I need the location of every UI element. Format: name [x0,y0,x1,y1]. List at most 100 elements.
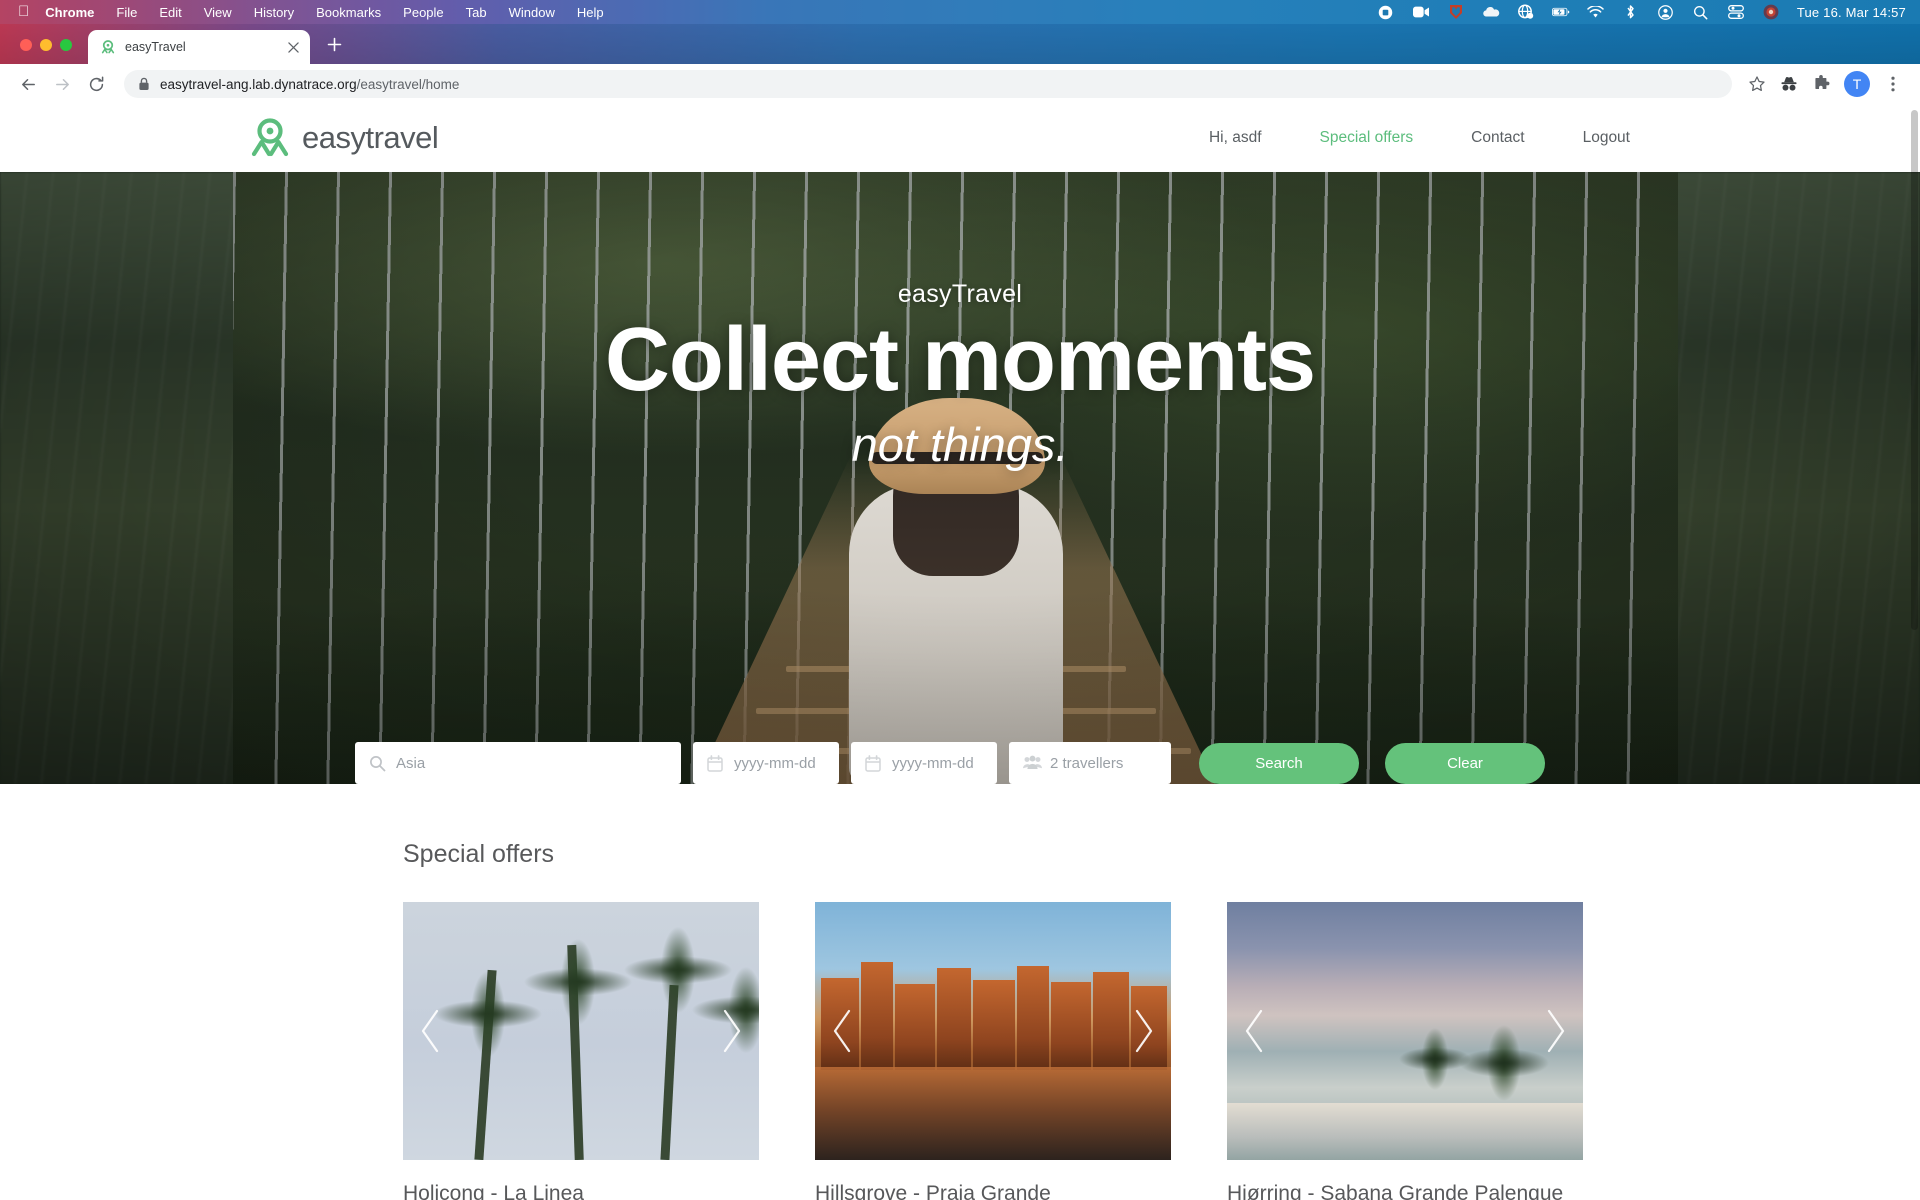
hero-title: Collect moments [604,310,1316,410]
window-minimize-button[interactable] [40,39,52,51]
address-bar[interactable]: easytravel-ang.lab.dynatrace.org/easytra… [124,70,1732,98]
palm-trees-photo [403,902,759,1160]
tropical-beach-sunset-photo [1227,902,1583,1160]
url-host: easytravel-ang.lab.dynatrace.org [160,76,357,92]
search-button[interactable]: Search [1199,742,1359,784]
wifi-icon[interactable] [1587,3,1605,21]
browser-tab-title: easyTravel [125,40,186,54]
battery-charging-icon[interactable] [1551,3,1570,21]
lock-icon [138,77,150,91]
canal-house [1093,971,1129,1070]
window-zoom-button[interactable] [60,39,72,51]
close-icon[interactable] [284,38,302,56]
web-page-content: easytravel Hi, asdf Special offers Conta… [0,104,1920,1200]
offer-prev-button[interactable] [1241,1007,1267,1055]
menu-item-view[interactable]: View [204,5,232,20]
beach-palm-tree [1383,1014,1487,1104]
offer-next-button[interactable] [719,1007,745,1055]
to-date-placeholder: yyyy-mm-dd [892,754,974,772]
offer-prev-button[interactable] [829,1007,855,1055]
special-offers-heading: Special offers [403,840,555,868]
star-icon[interactable] [1742,69,1772,99]
reload-icon[interactable] [80,68,112,100]
back-arrow-icon[interactable] [12,68,44,100]
canal-house [1051,981,1091,1070]
people-icon [1023,755,1042,772]
offer-next-button[interactable] [1131,1007,1157,1055]
trip-search-bar: Asia yyyy-mm-dd yyyy-mm-dd 2 travellers [355,742,1545,784]
offer-card-image [815,902,1171,1160]
browser-tab-easytravel[interactable]: easyTravel [88,30,310,64]
menubar-clock[interactable]: Tue 16. Mar 14:57 [1797,5,1906,20]
nav-contact[interactable]: Contact [1471,129,1524,147]
macos-menubar:  Chrome File Edit View History Bookmark… [0,0,1920,24]
offer-card[interactable]: Hillsgrove - Praia Grande [815,902,1171,1200]
from-date-placeholder: yyyy-mm-dd [734,754,816,772]
clear-button[interactable]: Clear [1385,742,1545,784]
siri-icon[interactable] [1762,3,1780,21]
window-traffic-lights [0,39,72,64]
profile-avatar[interactable]: T [1844,71,1870,97]
puzzle-piece-icon[interactable] [1806,69,1836,99]
spotlight-search-icon[interactable] [1692,3,1710,21]
canal-house [1017,965,1049,1070]
from-date-input[interactable]: yyyy-mm-dd [693,742,839,784]
nav-greeting[interactable]: Hi, asdf [1209,129,1262,147]
network-globe-icon[interactable] [1517,3,1535,21]
mcafee-shield-icon[interactable] [1447,3,1465,21]
new-tab-button[interactable] [320,30,348,58]
hero-brand: easyTravel [897,280,1023,308]
user-account-icon[interactable] [1657,3,1675,21]
apple-logo-icon[interactable]:  [18,4,29,19]
nav-special-offers[interactable]: Special offers [1320,129,1414,147]
menu-item-window[interactable]: Window [509,5,555,20]
site-navigation: Hi, asdf Special offers Contact Logout [1209,129,1860,147]
offer-prev-button[interactable] [417,1007,443,1055]
screen-record-icon[interactable] [1377,3,1395,21]
offer-card[interactable]: Hjørring - Sabana Grande Palenque [1227,902,1583,1200]
nav-logout[interactable]: Logout [1583,129,1630,147]
amsterdam-canal-houses-photo [815,902,1171,1160]
menu-item-help[interactable]: Help [577,5,604,20]
calendar-icon [865,754,882,772]
canal-house [895,983,935,1070]
menu-item-history[interactable]: History [254,5,294,20]
palm-fronds [671,950,759,1070]
browser-toolbar: easytravel-ang.lab.dynatrace.org/easytra… [0,64,1920,104]
offer-card[interactable]: Holicong - La Linea [403,902,759,1200]
destination-input[interactable]: Asia [355,742,681,784]
window-close-button[interactable] [20,39,32,51]
hero-text-block: easyTravel Collect moments not things. [0,172,1920,784]
canal-house [973,979,1015,1070]
travellers-input[interactable]: 2 travellers [1009,742,1171,784]
incognito-avatar-icon[interactable] [1774,69,1804,99]
site-logo[interactable]: easytravel [250,117,439,159]
bluetooth-icon[interactable] [1622,3,1640,21]
canal-water [815,1067,1171,1160]
menu-item-bookmarks[interactable]: Bookmarks [316,5,381,20]
offer-card-title: Hjørring - Sabana Grande Palenque [1227,1182,1564,1200]
control-center-icon[interactable] [1727,3,1745,21]
hero-banner: easyTravel Collect moments not things. A… [0,172,1920,784]
search-icon [369,755,386,772]
travellers-value: 2 travellers [1050,754,1124,772]
easytravel-pin-icon [100,39,116,55]
hero-subtitle: not things. [851,417,1069,471]
forward-arrow-icon[interactable] [46,68,78,100]
menu-item-tab[interactable]: Tab [466,5,487,20]
onedrive-cloud-icon[interactable] [1482,3,1500,21]
canal-house [937,967,971,1070]
menu-item-edit[interactable]: Edit [159,5,181,20]
video-camera-icon[interactable] [1412,3,1430,21]
canal-house [861,961,893,1070]
offer-card-title: Hillsgrove - Praia Grande [815,1182,1051,1200]
menu-item-chrome[interactable]: Chrome [45,5,94,20]
menu-item-file[interactable]: File [116,5,137,20]
offer-card-image [403,902,759,1160]
to-date-input[interactable]: yyyy-mm-dd [851,742,997,784]
menu-item-people[interactable]: People [403,5,443,20]
browser-tab-strip: easyTravel [0,24,1920,64]
offer-next-button[interactable] [1543,1007,1569,1055]
address-bar-url: easytravel-ang.lab.dynatrace.org/easytra… [160,77,459,92]
three-dot-menu-icon[interactable] [1878,69,1908,99]
